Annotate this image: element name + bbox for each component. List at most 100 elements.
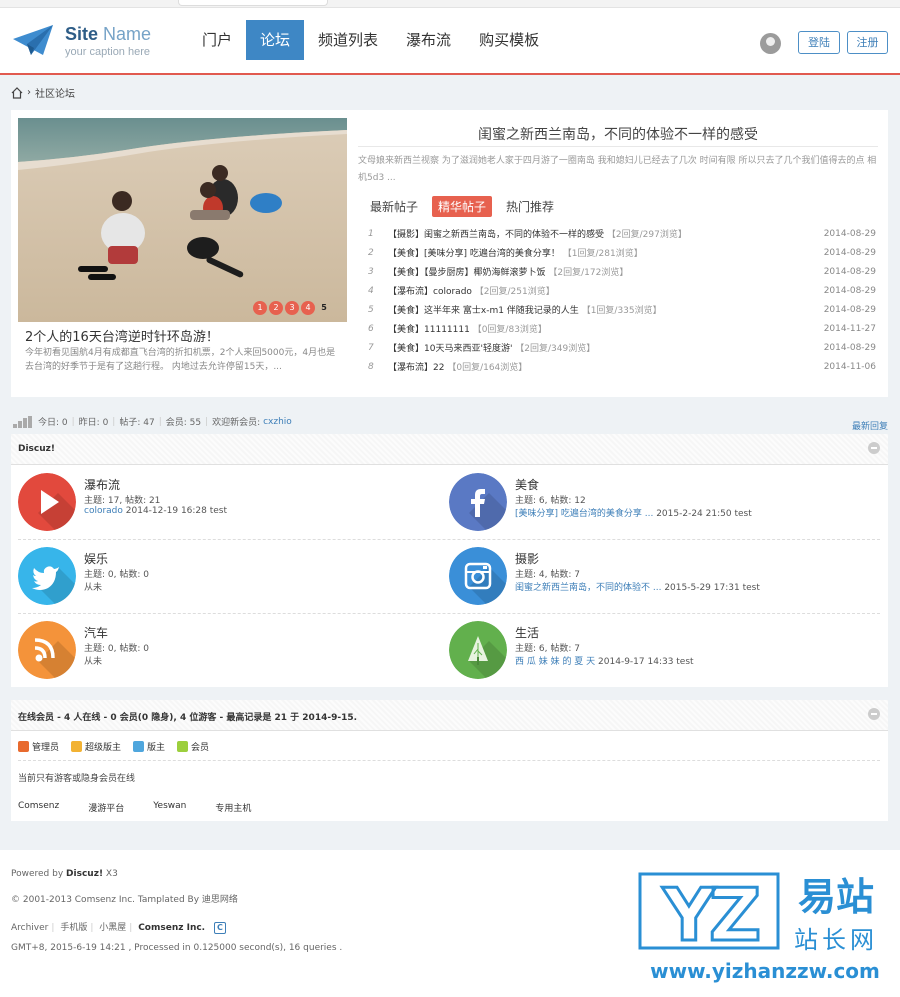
latest-reply-link[interactable]: 最新回复 [852,419,888,432]
forum-name[interactable]: 汽车 [84,624,108,641]
forum-name[interactable]: 摄影 [515,550,539,567]
home-icon[interactable] [11,86,23,99]
stat-yesterday: 昨日: 0 [78,418,109,428]
last-post-link[interactable]: [美味分享] 吃遍台湾的美食分享 ... [515,509,653,519]
forum-name[interactable]: 美食 [515,476,539,493]
forum-item[interactable]: 汽车 主题: 0, 帖数: 0 从未 [11,613,441,687]
nav-channels[interactable]: 频道列表 [304,20,392,60]
register-button[interactable]: 注册 [847,31,888,54]
post-number: 7 [368,342,374,353]
nav-waterfall[interactable]: 瀑布流 [392,20,465,60]
forum-name[interactable]: 生活 [515,624,539,641]
play-icon[interactable] [18,473,76,531]
forum-group-header[interactable]: Discuz! [11,434,888,465]
post-title[interactable]: colorado [433,287,472,297]
powered-name[interactable]: Discuz! [66,869,103,879]
post-row[interactable]: 4 【瀑布流】colorado 【2回复/251浏览】 2014-08-29 [368,281,876,300]
post-title[interactable]: 10天马来西亚'轻度游' [424,344,512,354]
post-row[interactable]: 1 【摄影】闺蜜之新西兰南岛，不同的体验不一样的感受 【2回复/297浏览】 201… [368,224,876,243]
post-category[interactable]: 【美食】 [388,344,424,354]
post-title[interactable]: 22 [433,363,444,373]
friend-link[interactable]: Comsenz [18,801,59,814]
friend-link[interactable]: 专用主机 [215,801,251,814]
tab-latest[interactable]: 最新帖子 [370,198,418,215]
slide-caption[interactable]: 2个人的16天台湾逆时针环岛游！ [25,326,219,345]
forum-item[interactable]: 摄影 主题: 4, 帖数: 7 闺蜜之新西兰南岛，不同的体验不 ... 2015-5… [442,539,872,613]
legend-item: 会员 [177,740,209,753]
post-row[interactable]: 3 【美食】【曼步厨房】椰奶海鲜滚萝卜饭 【2回复/172浏览】 2014-08-2… [368,262,876,281]
friend-link[interactable]: Yeswan [153,801,186,814]
stats-bar: 今日: 0 | 昨日: 0 | 帖子: 47 | 会员: 55 | 欢迎新会员: cxz… [13,415,292,428]
last-post-link[interactable]: colorado [84,506,123,516]
friend-links: Comsenz 漫游平台 Yeswan 专用主机 [18,801,280,814]
slide-dot-5[interactable]: 5 [317,301,331,315]
forum-last-post: 从未 [84,654,102,667]
post-category[interactable]: 【美食】 [388,306,424,316]
forum-name[interactable]: 娱乐 [84,550,108,567]
nav-buy-template[interactable]: 购买模板 [465,20,553,60]
last-post-link[interactable]: 西 瓜 妹 妹 的 夏 天 [515,657,595,667]
post-category[interactable]: 【瀑布流】 [388,287,433,297]
post-number: 5 [368,304,374,315]
twitter-icon[interactable] [18,547,76,605]
post-title[interactable]: [美味分享] 吃遍台湾的美食分享！ [424,249,560,259]
friend-link[interactable]: 漫游平台 [88,801,124,814]
member-group-icon [133,741,145,752]
post-title[interactable]: 【曼步厨房】椰奶海鲜滚萝卜饭 [424,268,546,278]
forum-item[interactable]: 娱乐 主题: 0, 帖数: 0 从未 [11,539,441,613]
post-row[interactable]: 7 【美食】10天马来西亚'轻度游' 【2回复/349浏览】 2014-08-29 [368,338,876,357]
facebook-icon[interactable] [449,473,507,531]
slide-dot-1[interactable]: 1 [253,301,267,315]
mobile-link[interactable]: 手机版 [60,923,87,933]
collapse-icon[interactable] [868,442,880,454]
login-button[interactable]: 登陆 [798,31,840,54]
forum-group-title: Discuz! [18,444,55,454]
watermark-logo: YZ 易站 站长网 www.yizhanzzw.com [638,872,880,983]
post-row[interactable]: 8 【瀑布流】22 【0回复/164浏览】 2014-11-06 [368,357,876,376]
post-row[interactable]: 2 【美食】[美味分享] 吃遍台湾的美食分享！ 【1回复/281浏览】 2014-0… [368,243,876,262]
post-title[interactable]: 闺蜜之新西兰南岛，不同的体验不一样的感受 [424,230,604,240]
forum-item[interactable]: 生活 主题: 6, 帖数: 7西 瓜 妹 妹 的 夏 天 2014-9-17 14… [442,613,872,687]
legend-label: 会员 [191,743,210,753]
post-meta: 【2回复/251浏览】 [474,287,555,297]
user-avatar-icon[interactable] [760,33,781,54]
post-title[interactable]: 11111111 [424,325,470,335]
online-header[interactable]: 在线会员 - 4 人在线 - 0 会员(0 隐身), 4 位游客 - 最高记录是… [11,700,888,731]
new-member-link[interactable]: cxzhio [263,417,292,427]
site-logo[interactable]: Site Name your caption here [13,25,151,58]
tab-featured[interactable]: 精华帖子 [432,196,493,217]
slideshow[interactable]: 1 2 3 4 5 [18,118,347,322]
post-category[interactable]: 【瀑布流】 [388,363,433,373]
nav-forum[interactable]: 论坛 [246,20,305,60]
post-category[interactable]: 【美食】 [388,249,424,259]
post-row[interactable]: 5 【美食】这半年来 富士x-m1 伴随我记录的人生 【1回复/335浏览】 201… [368,300,876,319]
forum-item[interactable]: 美食 主题: 6, 帖数: 12 [美味分享] 吃遍台湾的美食分享 ... 2015… [442,465,872,539]
post-title[interactable]: 这半年来 富士x-m1 伴随我记录的人生 [424,306,579,316]
rss-icon[interactable] [18,621,76,679]
slide-dot-3[interactable]: 3 [285,301,299,315]
post-category[interactable]: 【摄影】 [388,230,424,240]
comsenz-icon[interactable]: C [213,922,226,934]
stat-posts: 帖子: 47 [119,418,155,428]
slide-dot-4[interactable]: 4 [301,301,315,315]
nav-portal[interactable]: 门户 [188,20,246,60]
forum-name[interactable]: 瀑布流 [84,476,120,493]
post-category[interactable]: 【美食】 [388,268,424,278]
forum-item[interactable]: 瀑布流 主题: 17, 帖数: 21 colorado 2014-12-19 16:… [11,465,441,539]
stat-welcome: 欢迎新会员: [212,418,261,428]
blacklist-link[interactable]: 小黑屋 [99,923,126,933]
copyright: © 2001-2013 Comsenz Inc. Tamplated By 迪思… [11,895,238,905]
breadcrumb-current[interactable]: 社区论坛 [35,85,75,100]
article-title[interactable]: 闺蜜之新西兰南岛，不同的体验不一样的感受 [358,124,878,144]
collapse-icon[interactable] [868,708,880,720]
post-category[interactable]: 【美食】 [388,325,424,335]
top-strip [0,0,900,8]
tab-hot[interactable]: 热门推荐 [506,198,554,215]
last-post-link[interactable]: 闺蜜之新西兰南岛，不同的体验不 ... [515,583,661,593]
slide-dot-2[interactable]: 2 [269,301,283,315]
company-link[interactable]: Comsenz Inc. [138,923,205,933]
camera-icon[interactable] [449,547,507,605]
archiver-link[interactable]: Archiver [11,923,48,933]
post-row[interactable]: 6 【美食】11111111 【0回复/83浏览】 2014-11-27 [368,319,876,338]
tree-icon[interactable] [449,621,507,679]
